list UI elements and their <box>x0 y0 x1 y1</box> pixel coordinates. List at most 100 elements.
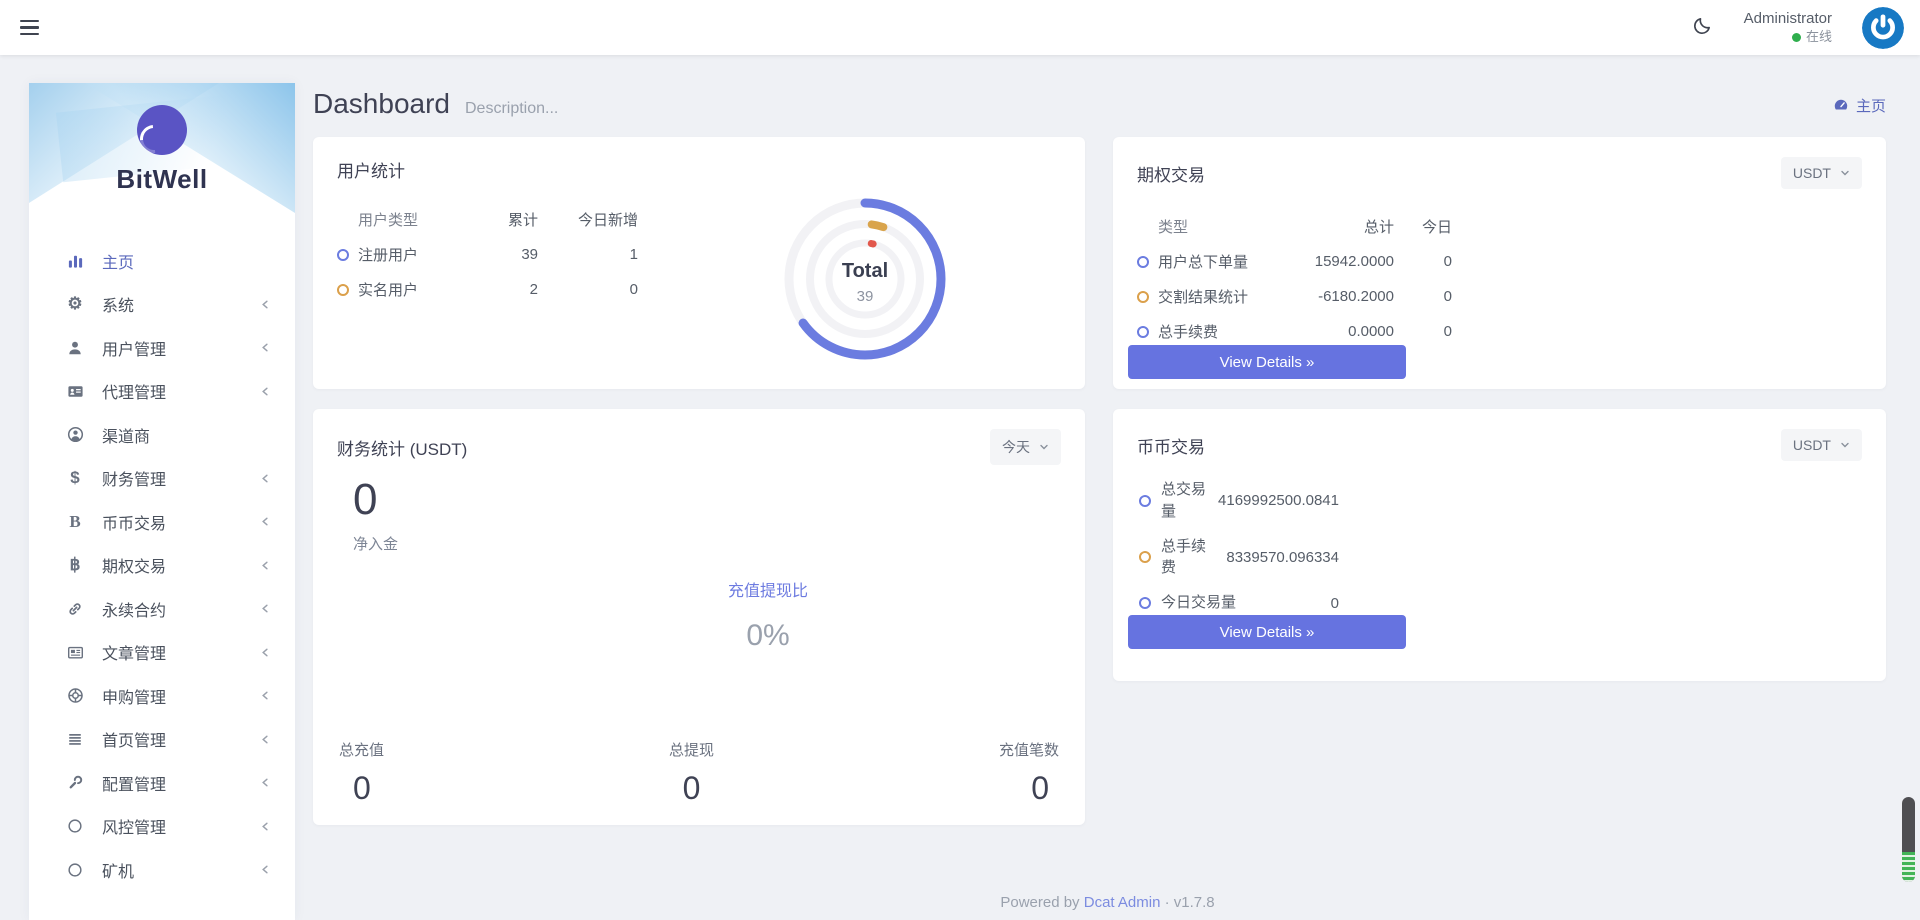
sidebar: BitWell 主页 ⚙ 系统 用户管理 代理管理 渠道商 $ 财务管理 B 币… <box>29 83 295 920</box>
list-item: 总手续费 8339570.096334 <box>1139 536 1339 580</box>
user-stats-card: 用户统计 用户类型 累计 今日新增 注册用户 39 1 实名用户 2 0 Tot… <box>313 137 1085 389</box>
footer: Powered by Dcat Admin · v1.7.8 <box>295 894 1920 911</box>
options-stats-table: 类型 总计 今日 用户总下单量 15942.0000 0 交割结果统计 -618… <box>1137 209 1886 349</box>
total-withdraw-stat: 总提现 0 <box>668 742 714 806</box>
page-header: Dashboard Description... 主页 <box>313 88 1886 120</box>
chevron-left-icon <box>260 516 271 527</box>
ratio-label: 充值提现比 <box>727 583 808 600</box>
sidebar-item-channel[interactable]: 渠道商 <box>29 413 295 457</box>
bitwell-logo-icon <box>137 105 187 155</box>
footer-separator: · <box>1164 894 1170 911</box>
chevron-left-icon <box>260 821 271 832</box>
series-marker-purple <box>1137 325 1149 338</box>
finance-stats-card: 财务统计 (USDT) 今天 0 净入金 充值提现比 0% 总充值 0 总提现 … <box>313 409 1085 825</box>
list-item: 今日交易量 0 <box>1139 592 1339 614</box>
app-root: Administrator 在线 BitWell 主页 ⚙ 系统 用户管理 代理… <box>0 0 1920 920</box>
sidebar-item-config-management[interactable]: 配置管理 <box>29 761 295 805</box>
online-status-label: 在线 <box>1805 28 1832 44</box>
table-row: 注册用户 39 1 <box>337 237 1085 272</box>
card-title: 期权交易 <box>1137 165 1205 185</box>
currency-select[interactable]: USDT <box>1780 157 1862 189</box>
circle-icon <box>63 862 87 878</box>
user-menu[interactable]: Administrator 在线 <box>1744 9 1832 45</box>
chevron-left-icon <box>260 864 271 875</box>
table-row: 交割结果统计 -6180.2000 0 <box>1137 279 1886 314</box>
donut-center-value: 39 <box>857 288 874 305</box>
chevron-left-icon <box>260 560 271 571</box>
chevron-down-icon <box>1841 170 1849 176</box>
options-trade-card: 期权交易 USDT 类型 总计 今日 用户总下单量 15942.0000 0 交… <box>1113 137 1886 389</box>
brand-name: BitWell <box>116 164 208 194</box>
user-stats-table: 用户类型 累计 今日新增 注册用户 39 1 实名用户 2 0 <box>337 202 1085 307</box>
sidebar-item-spot-trade[interactable]: B 币币交易 <box>29 500 295 544</box>
chevron-left-icon <box>260 603 271 614</box>
chevron-left-icon <box>260 386 271 397</box>
hamburger-menu-icon[interactable] <box>20 11 54 45</box>
dcat-admin-link[interactable]: Dcat Admin <box>1084 894 1161 911</box>
series-marker-orange <box>1137 290 1149 303</box>
user-name: Administrator <box>1743 10 1832 28</box>
net-deposit-block: 0 净入金 <box>353 475 398 554</box>
breadcrumb-home-link[interactable]: 主页 <box>1833 95 1886 116</box>
scrollbar-thumb[interactable] <box>1902 797 1915 882</box>
sidebar-item-subscription-management[interactable]: 申购管理 <box>29 674 295 718</box>
bars-icon <box>63 731 87 747</box>
user-stats-donut-chart: Total 39 <box>775 189 955 369</box>
currency-select[interactable]: USDT <box>1780 429 1862 461</box>
sidebar-item-mining-machine[interactable]: 矿机 <box>29 848 295 892</box>
donut-center-label: Total <box>842 260 888 282</box>
sidebar-menu: 主页 ⚙ 系统 用户管理 代理管理 渠道商 $ 财务管理 B 币币交易 ฿ 期权… <box>29 217 295 892</box>
sidebar-item-risk-management[interactable]: 风控管理 <box>29 805 295 849</box>
sidebar-item-finance-management[interactable]: $ 财务管理 <box>29 457 295 501</box>
dark-mode-toggle[interactable] <box>1692 14 1714 41</box>
wrench-icon <box>63 775 87 791</box>
sidebar-item-article-management[interactable]: 文章管理 <box>29 631 295 675</box>
newspaper-icon <box>63 644 87 661</box>
online-status-dot <box>1791 32 1801 42</box>
view-details-button[interactable]: View Details » <box>1128 615 1406 649</box>
card-title: 用户统计 <box>337 162 405 181</box>
topbar-right: Administrator 在线 <box>1692 6 1920 49</box>
table-row: 用户总下单量 15942.0000 0 <box>1137 244 1886 279</box>
date-range-select[interactable]: 今天 <box>990 429 1061 465</box>
chevron-left-icon <box>260 473 271 484</box>
series-marker-orange <box>337 283 349 296</box>
chevron-left-icon <box>260 299 271 310</box>
chevron-left-icon <box>260 342 271 353</box>
table-row: 实名用户 2 0 <box>337 272 1085 307</box>
sidebar-item-options-trade[interactable]: ฿ 期权交易 <box>29 544 295 588</box>
chevron-left-icon <box>260 734 271 745</box>
total-deposit-stat: 总充值 0 <box>339 742 385 806</box>
page-subtitle: Description... <box>464 100 559 117</box>
chevron-left-icon <box>260 777 271 788</box>
sidebar-item-agent-management[interactable]: 代理管理 <box>29 370 295 414</box>
net-deposit-value: 0 <box>353 475 378 524</box>
tachometer-icon <box>1834 99 1848 110</box>
moon-icon <box>1692 14 1714 41</box>
id-card-icon <box>63 383 87 400</box>
chevron-left-icon <box>260 647 271 658</box>
deposit-count-stat: 充值笔数 0 <box>998 742 1059 806</box>
spot-trade-card: 币币交易 USDT 总交易量 4169992500.0841 总手续费 8339… <box>1113 409 1886 681</box>
sidebar-item-user-management[interactable]: 用户管理 <box>29 326 295 370</box>
view-details-button[interactable]: View Details » <box>1128 345 1406 379</box>
series-marker-purple <box>337 248 349 261</box>
sidebar-item-home[interactable]: 主页 <box>29 239 295 283</box>
table-row: 总手续费 0.0000 0 <box>1137 314 1886 349</box>
chevron-down-icon <box>1841 442 1849 448</box>
sidebar-item-perpetual-contract[interactable]: 永续合约 <box>29 587 295 631</box>
life-ring-icon <box>63 687 87 704</box>
powered-by-text: Powered by <box>1000 894 1080 911</box>
sidebar-item-homepage-management[interactable]: 首页管理 <box>29 718 295 762</box>
chevron-down-icon <box>1040 444 1048 450</box>
avatar[interactable] <box>1862 6 1904 49</box>
gear-icon: ⚙ <box>67 294 83 314</box>
link-icon <box>63 601 87 617</box>
series-marker-purple <box>1137 255 1149 268</box>
deposit-withdraw-ratio-block: 充值提现比 0% <box>668 577 868 653</box>
dollar-icon: $ <box>70 468 80 488</box>
sidebar-item-system[interactable]: ⚙ 系统 <box>29 283 295 327</box>
series-marker-purple <box>1139 597 1151 609</box>
chevron-left-icon <box>260 690 271 701</box>
power-logo-icon <box>1862 6 1904 49</box>
